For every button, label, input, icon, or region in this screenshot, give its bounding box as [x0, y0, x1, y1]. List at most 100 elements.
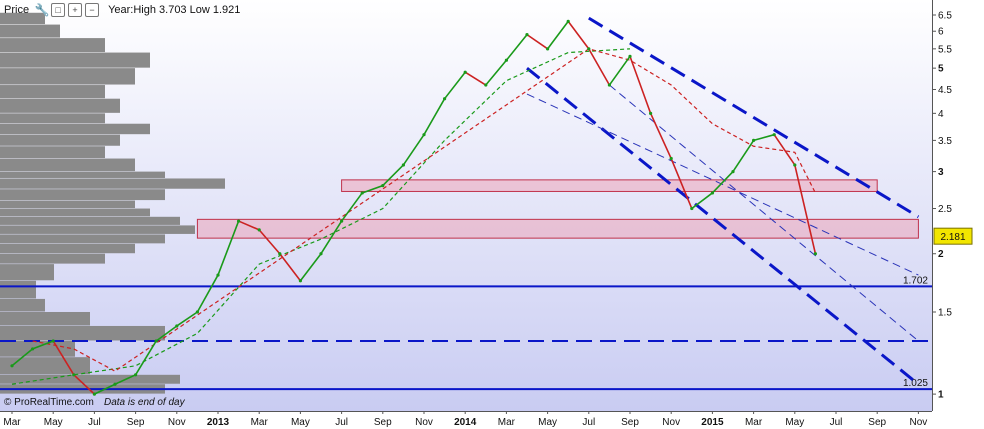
- volume-profile-bar: [0, 234, 165, 244]
- price-point: [134, 373, 138, 377]
- volume-profile-bar: [0, 280, 36, 299]
- x-tick-label: May: [44, 417, 63, 428]
- volume-profile-bar: [0, 68, 135, 85]
- price-point: [443, 97, 447, 101]
- x-tick-label: 2013: [207, 417, 230, 428]
- source-credit: © ProRealTime.com: [4, 397, 94, 408]
- y-tick-label: 5.5: [938, 44, 952, 55]
- price-point: [690, 206, 694, 211]
- price-point: [257, 228, 261, 232]
- price-point: [381, 183, 385, 188]
- x-axis: Mar May Jul Sep Nov 2013 Mar May Jul Sep Nov 2014 Ma…: [0, 411, 932, 428]
- volume-profile-bar: [0, 113, 105, 124]
- x-tick-label: Sep: [127, 417, 145, 428]
- x-tick-label: Nov: [415, 417, 433, 428]
- volume-profile-bar: [0, 158, 135, 172]
- support-zone: [341, 179, 878, 192]
- year-range-readout: Year:High 3.703 Low 1.921: [108, 4, 241, 16]
- x-tick-label: Sep: [621, 417, 639, 428]
- volume-profile-bar: [0, 225, 195, 234]
- price-point: [319, 252, 323, 256]
- price-point: [30, 347, 35, 351]
- x-tick-label: Nov: [168, 417, 186, 428]
- x-tick-label: May: [538, 417, 557, 428]
- x-tick-label: Jul: [830, 417, 843, 428]
- x-tick-label: 2015: [701, 417, 724, 428]
- last-price-marker: 2.181: [933, 227, 973, 245]
- volume-profile-bar: [0, 98, 120, 113]
- last-price-label: 2.181: [940, 232, 965, 243]
- y-tick-label: 3.5: [938, 136, 952, 147]
- x-tick-label: Nov: [662, 417, 680, 428]
- window-icon[interactable]: □: [51, 3, 66, 17]
- x-tick-label: Nov: [910, 417, 928, 428]
- price-point: [793, 163, 797, 167]
- price-point: [484, 83, 488, 87]
- level-label: 1.702: [903, 275, 928, 286]
- volume-profile-bar: [0, 216, 180, 225]
- price-point: [772, 133, 776, 137]
- volume-profile-bar: [0, 298, 45, 312]
- volume-profile-bar: [0, 208, 150, 217]
- price-point: [360, 191, 364, 195]
- x-tick-label: Jul: [335, 417, 348, 428]
- volume-profile-bar: [0, 52, 150, 68]
- price-point: [525, 33, 529, 37]
- price-point: [752, 138, 756, 142]
- price-chart[interactable]: 1.7021.025 11.522.533.544.555.566.5 Mar M…: [0, 0, 984, 429]
- level-label: 1.025: [903, 378, 928, 389]
- volume-profile-bar: [0, 178, 225, 189]
- y-tick-label: 4: [938, 109, 944, 120]
- price-point: [422, 133, 426, 137]
- price-point: [607, 83, 612, 87]
- volume-profile-bar: [0, 325, 165, 341]
- x-tick-label: Mar: [251, 417, 269, 428]
- y-tick-label: 5: [938, 64, 944, 75]
- chart-toolbar: Price 🔧 □ + − Year:High 3.703 Low 1.921: [0, 0, 240, 20]
- price-point: [216, 273, 220, 277]
- price-point: [92, 392, 96, 396]
- price-point: [546, 47, 550, 51]
- price-point: [710, 191, 715, 195]
- volume-profile-bar: [0, 85, 105, 99]
- y-tick-label: 4.5: [938, 85, 952, 96]
- x-tick-label: Mar: [745, 417, 763, 428]
- x-tick-label: Sep: [374, 417, 392, 428]
- y-axis: 1 1.5 2 2.5 3 3.5 4 4.5 5 5.5 6 6.5: [932, 0, 952, 411]
- price-point: [504, 58, 508, 62]
- volume-profile-bar: [0, 311, 90, 326]
- volume-profile-bar: [0, 340, 75, 357]
- y-tick-label: 3: [938, 167, 944, 178]
- add-icon[interactable]: +: [68, 3, 83, 17]
- y-tick-label: 6: [938, 27, 944, 38]
- price-point: [51, 339, 55, 343]
- price-point: [669, 156, 673, 161]
- price-point: [298, 279, 302, 283]
- volume-profile-bar: [0, 38, 105, 53]
- price-point: [113, 382, 117, 386]
- y-tick-label: 2: [938, 249, 944, 260]
- price-point: [463, 70, 467, 74]
- volume-profile-bar: [0, 253, 105, 264]
- price-point: [175, 324, 179, 328]
- x-tick-label: Mar: [3, 417, 21, 428]
- price-point: [72, 373, 76, 377]
- price-point: [401, 163, 405, 167]
- volume-profile-bar: [0, 189, 165, 201]
- y-tick-label: 1.5: [938, 307, 952, 318]
- volume-profile-bar: [0, 24, 60, 38]
- wrench-icon[interactable]: 🔧: [35, 3, 50, 17]
- remove-icon[interactable]: −: [85, 3, 100, 17]
- y-tick-label: 6.5: [938, 11, 952, 22]
- x-tick-label: 2014: [454, 417, 477, 428]
- price-point: [237, 219, 241, 223]
- x-tick-label: Sep: [868, 417, 886, 428]
- price-point: [340, 219, 344, 223]
- price-point: [566, 19, 570, 23]
- volume-profile-bar: [0, 123, 150, 135]
- price-point: [154, 339, 158, 343]
- x-tick-label: May: [785, 417, 804, 428]
- volume-profile-bar: [0, 146, 105, 159]
- x-tick-label: Jul: [88, 417, 101, 428]
- y-tick-label: 1: [938, 390, 944, 401]
